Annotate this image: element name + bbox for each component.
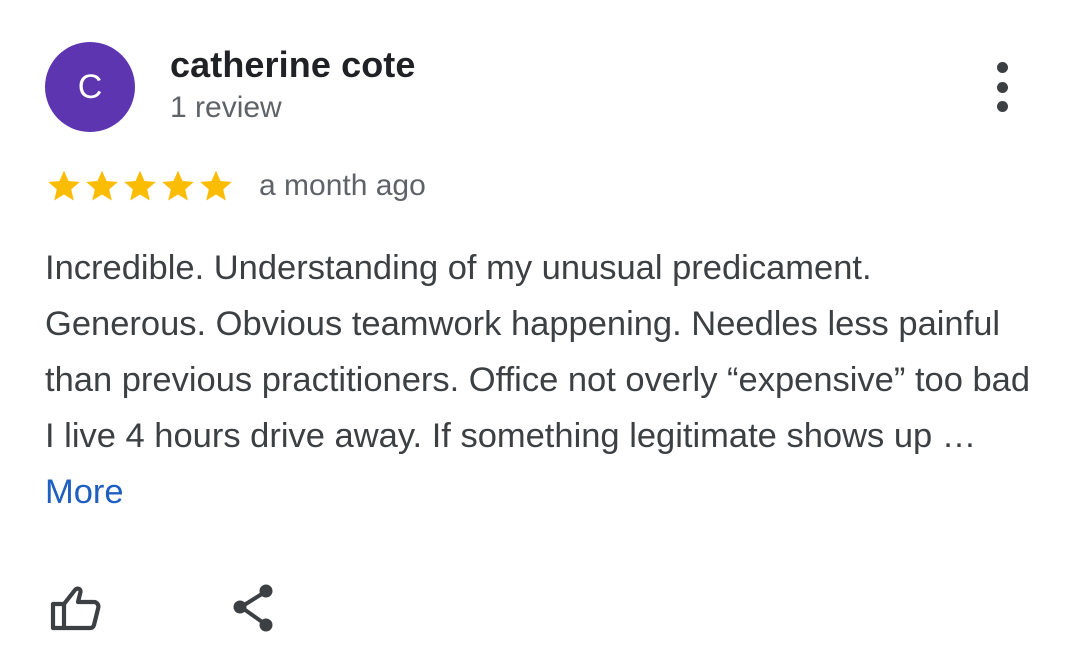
star-icon — [124, 170, 156, 201]
share-icon — [233, 584, 273, 632]
review-text: Incredible. Understanding of my unusual … — [45, 240, 1035, 520]
like-button[interactable] — [45, 580, 105, 636]
star-icon — [48, 170, 80, 201]
review-card: C catherine cote 1 review a month ago In… — [0, 0, 1080, 670]
star-rating — [45, 167, 235, 205]
review-body: Incredible. Understanding of my unusual … — [45, 249, 1031, 455]
more-vert-icon-dot — [996, 101, 1008, 112]
more-options-button[interactable] — [985, 62, 1019, 112]
thumb-up-icon — [50, 586, 101, 631]
more-vert-icon — [996, 62, 1008, 73]
avatar-letter: C — [77, 67, 103, 106]
more-vert-icon-dot — [996, 81, 1008, 93]
star-icon — [200, 170, 232, 201]
star-icon — [162, 170, 194, 201]
review-actions — [45, 580, 283, 636]
reviewer-name[interactable]: catherine cote — [170, 44, 416, 86]
rating-row: a month ago — [45, 165, 426, 207]
reviewer-review-count[interactable]: 1 review — [170, 91, 282, 125]
share-button[interactable] — [223, 580, 283, 636]
avatar[interactable]: C — [45, 42, 135, 132]
review-time-ago: a month ago — [259, 169, 426, 202]
star-icon — [86, 170, 118, 201]
more-link[interactable]: More — [45, 473, 124, 511]
